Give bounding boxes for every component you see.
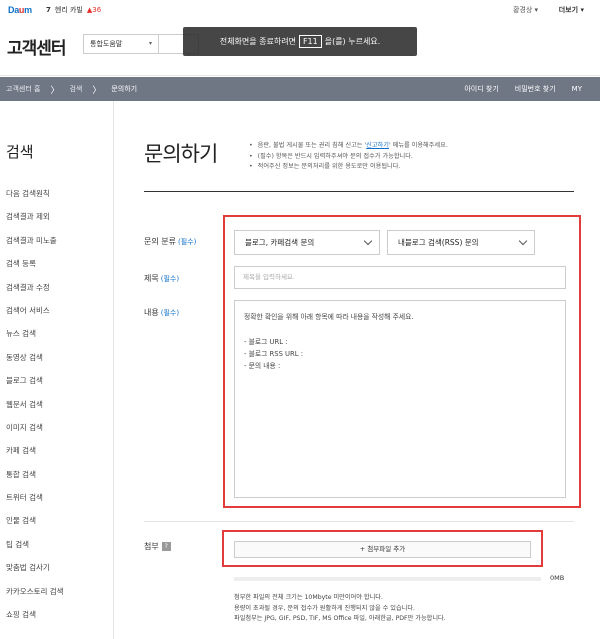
find-password-link[interactable]: 비밀번호 찾기 [515,84,556,94]
main-content: 문의하기 음란, 불법 게시물 또는 권리 침해 신고는 '신고하기' 메뉴를 … [115,101,600,639]
sidebar-item[interactable]: 인물 검색 [6,515,64,538]
subject-input[interactable]: 제목을 입력하세요. [234,266,566,289]
sidebar-item[interactable]: 카페 검색 [6,445,64,468]
breadcrumb-bar: 고객센터 홈 〉 검색 〉 문의하기 아이디 찾기 비밀번호 찾기 MY [0,77,600,101]
more-menu[interactable]: 더보기 ▾ [559,5,584,15]
search-scope-select[interactable]: 통합도움말 ▾ [83,34,159,54]
notice-list: 음란, 불법 게시물 또는 권리 침해 신고는 '신고하기' 메뉴를 이용해주세… [249,141,448,173]
sidebar-title: 검색 [6,143,34,161]
my-link[interactable]: MY [572,85,582,93]
user-menu[interactable]: 황경상 ▾ [513,5,538,15]
report-link[interactable]: 신고하기 [366,142,389,149]
breadcrumb-home[interactable]: 고객센터 홈 [6,84,40,94]
sidebar-item[interactable]: 쇼핑 검색 [6,609,64,632]
chevron-down-icon [363,236,373,246]
realtime-keyword-text: 헨리 카빌 [54,6,83,14]
sidebar-item[interactable]: 블로그 검색 [6,375,64,398]
sidebar: 검색 다음 검색원칙 검색결과 제외 검색결과 미노출 검색 등록 검색결과 수… [0,101,114,639]
realtime-keyword[interactable]: 7 헨리 카빌 ▲36 [46,5,101,15]
help-icon[interactable]: ? [161,542,171,551]
page-title: 문의하기 [144,142,218,166]
sidebar-item[interactable]: 팁 검색 [6,539,64,562]
sidebar-item[interactable]: 이미지 검색 [6,422,64,445]
title-divider [144,191,574,192]
attachment-label: 첨부? [144,541,171,552]
sidebar-item[interactable]: 검색결과 미노출 [6,235,64,258]
breadcrumb-current: 문의하기 [111,85,138,93]
chevron-down-icon [518,236,528,246]
notice-item: 음란, 불법 게시물 또는 권리 침해 신고는 '신고하기' 메뉴를 이용해주세… [249,141,448,152]
sidebar-item[interactable]: 검색어 서비스 [6,305,64,328]
sidebar-item[interactable]: 동영상 검색 [6,352,64,375]
notice-item: (필수) 항목은 반드시 입력하주셔야 문의 접수가 가능합니다. [249,152,448,163]
chevron-down-icon: ▾ [148,40,152,47]
sidebar-item[interactable]: 통합 검색 [6,469,64,492]
realtime-rank: 7 [46,6,51,14]
f11-key: F11 [298,35,322,48]
sidebar-item[interactable]: 웹문서 검색 [6,399,64,422]
find-id-link[interactable]: 아이디 찾기 [464,84,498,94]
sidebar-item[interactable]: 카카오스토리 검색 [6,586,64,609]
daum-logo[interactable]: Daum [8,5,32,15]
sidebar-item[interactable]: 뉴스 검색 [6,328,64,351]
sidebar-menu: 다음 검색원칙 검색결과 제외 검색결과 미노출 검색 등록 검색결과 수정 검… [6,188,64,632]
top-bar: Daum 7 헨리 카빌 ▲36 황경상 ▾ 더보기 ▾ [0,0,600,22]
breadcrumb: 고객센터 홈 〉 검색 〉 문의하기 [6,77,137,101]
chevron-right-icon: 〉 [92,85,102,96]
category-select-primary[interactable]: 블로그, 카페검색 문의 [234,230,380,255]
content-textarea[interactable]: 정확한 확인을 위해 아래 항목에 따라 내용을 작성해 주세요. - 블로그 … [234,300,566,498]
attachment-notes: 첨부한 파일의 전체 크기는 10Mbyte 미만이어야 합니다. 용량이 초과… [234,594,446,622]
account-links: 아이디 찾기 비밀번호 찾기 MY [464,77,582,101]
upload-progress-bar [234,577,541,581]
category-label: 문의 분류 (필수) [144,237,197,246]
content-label: 내용 (필수) [144,308,180,317]
add-attachment-button[interactable]: + 첨부파일 추가 [234,541,531,558]
site-title[interactable]: 고객센터 [7,34,67,59]
section-divider [144,521,574,522]
fullscreen-exit-toast: 전체화면을 종료하려면 F11 을(를) 누르세요. [183,27,417,56]
sidebar-item[interactable]: 다음 검색원칙 [6,188,64,211]
realtime-change: ▲36 [86,6,102,14]
sidebar-item[interactable]: 검색 등록 [6,258,64,281]
notice-item: 적어주신 정보는 문의처리를 위한 용도로만 이용됩니다. [249,162,448,173]
sidebar-item[interactable]: 검색결과 수정 [6,282,64,305]
category-select-secondary[interactable]: 내블로그 검색(RSS) 문의 [387,230,535,255]
breadcrumb-search[interactable]: 검색 [69,84,82,94]
subject-label: 제목 (필수) [144,274,180,283]
sidebar-item[interactable]: 맞춤법 검사기 [6,562,64,585]
chevron-right-icon: 〉 [50,85,60,96]
sidebar-item[interactable]: 검색결과 제외 [6,211,64,234]
attachment-size: 0MB [550,574,565,582]
sidebar-item[interactable]: 트위터 검색 [6,492,64,515]
